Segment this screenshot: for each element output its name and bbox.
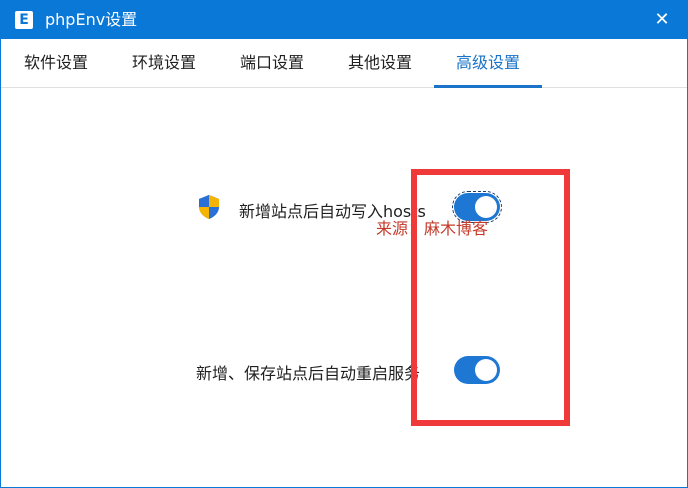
title-bar: E phpEnv设置 ✕ [1,1,687,39]
tab-advanced-settings[interactable]: 高级设置 [434,39,542,88]
uac-shield-icon [199,195,219,219]
settings-tabs: 软件设置 环境设置 端口设置 其他设置 高级设置 [1,39,687,88]
settings-window: E phpEnv设置 ✕ 软件设置 环境设置 端口设置 其他设置 高级设置 新增… [0,0,688,488]
highlight-annotation-box [411,169,570,426]
tab-other-settings[interactable]: 其他设置 [343,39,417,87]
tab-port-settings[interactable]: 端口设置 [235,39,309,87]
window-title: phpEnv设置 [45,10,138,29]
close-icon: ✕ [654,9,670,30]
close-button[interactable]: ✕ [647,5,677,35]
tab-software-settings[interactable]: 软件设置 [19,39,93,87]
auto-restart-label: 新增、保存站点后自动重启服务 [196,364,421,383]
app-logo-icon: E [15,11,33,29]
tab-environment-settings[interactable]: 环境设置 [127,39,201,87]
